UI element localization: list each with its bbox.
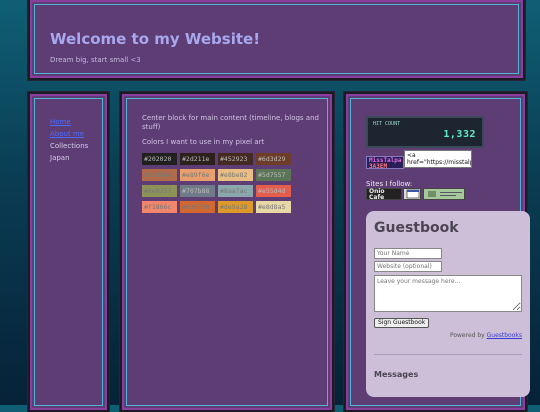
pixel-art-icon <box>428 191 462 197</box>
follow-button-line2: Cafe <box>369 193 385 201</box>
sites-i-follow-label: Sites I follow: <box>366 180 413 188</box>
guestbook-message-input[interactable] <box>374 275 522 312</box>
color-swatch: #8e9257 <box>142 185 177 197</box>
site-badge-line2: ЗАЗЕМ <box>369 163 388 170</box>
powered-by-text: Powered by Guestbooks <box>450 332 522 339</box>
colors-label: Colors I want to use in my pixel art <box>142 138 265 146</box>
main-intro-text: Center block for main content (timeline,… <box>142 114 319 131</box>
guestbook-name-input[interactable] <box>374 248 442 259</box>
color-swatch: #d26730 <box>180 201 215 213</box>
color-swatch: #b16b4a <box>142 169 177 181</box>
badge-code-snippet: <a href="https://misstalp <box>404 150 472 168</box>
sign-guestbook-button[interactable]: Sign Guestbook <box>374 318 430 328</box>
guestbook-divider <box>374 354 522 355</box>
color-swatch: #6d3d29 <box>256 153 291 165</box>
color-swatch: #e8d8a5 <box>256 201 291 213</box>
color-swatch: #e8be82 <box>218 169 253 181</box>
guestbook-panel: Guestbook Sign Guestbook Powered by Gues… <box>366 211 530 397</box>
left-sidebar: Home About me Collections Japan <box>28 92 109 412</box>
color-swatch: #452923 <box>218 153 253 165</box>
follow-button-3[interactable] <box>423 188 465 200</box>
guestbook-title: Guestbook <box>374 220 459 236</box>
hit-counter: HIT COUNT 1,332 <box>366 116 484 148</box>
color-swatch: #f1866c <box>142 201 177 213</box>
color-swatch: #e55d4d <box>256 185 291 197</box>
color-swatch: #8aa7ac <box>218 185 253 197</box>
messages-heading: Messages <box>374 370 419 379</box>
nav-item-collections: Collections <box>50 142 89 150</box>
color-swatch: #707b88 <box>180 185 215 197</box>
header-panel: Welcome to my Website! Dream big, start … <box>28 0 525 80</box>
hit-counter-value: 1,332 <box>443 129 476 140</box>
guestbooks-link[interactable]: Guestbooks <box>487 332 522 339</box>
nav-item-home[interactable]: Home <box>50 116 88 128</box>
color-swatch: #202020 <box>142 153 177 165</box>
right-sidebar: HIT COUNT 1,332 MissTalpa ЗАЗЕМ <a href=… <box>344 92 530 412</box>
main-content: Center block for main content (timeline,… <box>120 92 334 412</box>
follow-button-onio-cafe[interactable]: Onio Cafe <box>366 188 402 200</box>
hit-counter-label: HIT COUNT <box>373 121 401 127</box>
window-icon <box>406 189 420 199</box>
site-badge[interactable]: MissTalpa ЗАЗЕМ <box>366 156 404 170</box>
color-swatch: #2d211e <box>180 153 215 165</box>
guestbook-website-input[interactable] <box>374 261 442 272</box>
color-swatch: #5d7557 <box>256 169 291 181</box>
follow-button-2[interactable] <box>403 188 421 200</box>
site-tagline: Dream big, start small <3 <box>50 56 141 64</box>
nav-menu: Home About me Collections Japan <box>50 116 88 164</box>
nav-item-japan: Japan <box>50 154 70 162</box>
powered-by-prefix: Powered by <box>449 332 487 339</box>
color-swatch: #e89f6e <box>180 169 215 181</box>
nav-item-about-me[interactable]: About me <box>50 128 88 140</box>
site-title: Welcome to my Website! <box>50 30 261 48</box>
color-swatch: #de9a28 <box>218 201 253 213</box>
